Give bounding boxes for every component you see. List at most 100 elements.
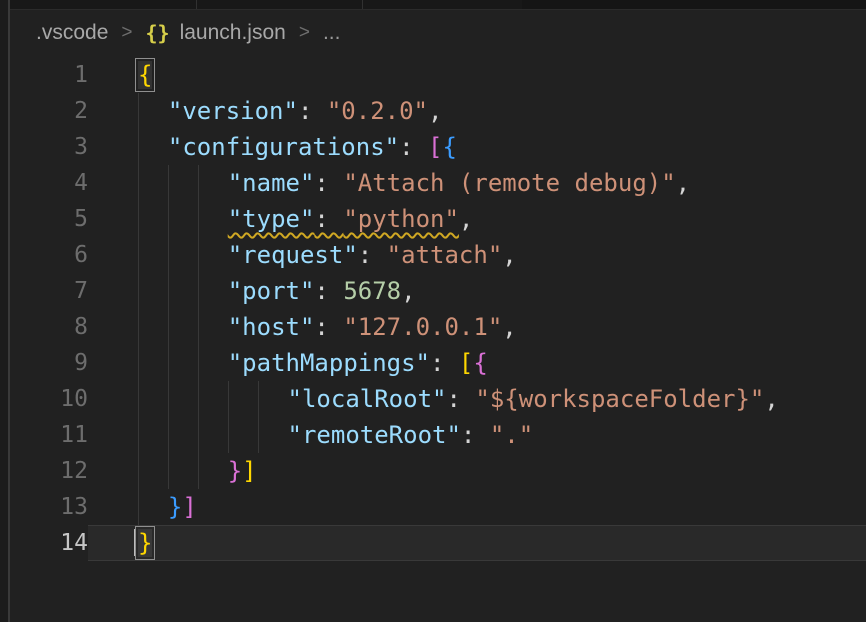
code-token: "${workspaceFolder}" <box>475 385 764 413</box>
line-content[interactable]: "remoteRoot": "." <box>88 417 866 453</box>
code-token: "Attach (remote debug)" <box>343 169 675 197</box>
indent-guide <box>138 273 168 309</box>
code-line: 8 "host": "127.0.0.1", <box>10 309 866 345</box>
code-token: : <box>461 421 490 449</box>
code-token: : <box>358 241 387 269</box>
line-number[interactable]: 1 <box>10 57 88 93</box>
matched-bracket: } <box>138 529 152 557</box>
indent-guide <box>198 345 228 381</box>
code-token: , <box>401 277 415 305</box>
code-token: "attach" <box>387 241 503 269</box>
indent-guide <box>138 93 168 129</box>
indent-guide <box>228 417 258 453</box>
code-token: ] <box>242 457 256 485</box>
code-token: : <box>314 205 343 233</box>
indent-guide <box>138 417 168 453</box>
indent-guide <box>168 165 198 201</box>
indent-guide <box>138 237 168 273</box>
line-content[interactable]: "configurations": [{ <box>88 129 866 165</box>
line-number[interactable]: 10 <box>10 381 88 417</box>
code-token: : <box>314 169 343 197</box>
code-token: } <box>228 457 242 485</box>
code-token: { <box>442 133 456 161</box>
indent-guide <box>168 381 198 417</box>
line-content[interactable]: "version": "0.2.0", <box>88 93 866 129</box>
indent-guide <box>138 453 168 489</box>
breadcrumb-item-file[interactable]: launch.json <box>180 21 286 45</box>
code-token: ] <box>182 493 196 521</box>
code-token: "remoteRoot" <box>288 421 461 449</box>
code-line: 11 "remoteRoot": "." <box>10 417 866 453</box>
line-number[interactable]: 2 <box>10 93 88 129</box>
code-token: , <box>428 97 442 125</box>
code-line: 12 }] <box>10 453 866 489</box>
code-line: 7 "port": 5678, <box>10 273 866 309</box>
line-number[interactable]: 6 <box>10 237 88 273</box>
code-token: , <box>502 313 516 341</box>
indent-guide <box>198 201 228 237</box>
line-number[interactable]: 12 <box>10 453 88 489</box>
code-token: , <box>502 241 516 269</box>
code-token: } <box>168 493 182 521</box>
code-token: : <box>314 277 343 305</box>
breadcrumb-item-folder[interactable]: .vscode <box>36 21 108 45</box>
breadcrumb-chevron-icon: > <box>121 22 132 44</box>
line-content[interactable]: "port": 5678, <box>88 273 866 309</box>
line-content[interactable]: "name": "Attach (remote debug)", <box>88 165 866 201</box>
code-token: "127.0.0.1" <box>343 313 502 341</box>
vscode-window: .vscode>{}launch.json>... 1{2 "version":… <box>0 0 866 622</box>
code-editor[interactable]: 1{2 "version": "0.2.0",3 "configurations… <box>10 57 866 561</box>
line-number[interactable]: 8 <box>10 309 88 345</box>
line-number[interactable]: 3 <box>10 129 88 165</box>
indent-guide <box>198 165 228 201</box>
code-token: , <box>676 169 690 197</box>
line-number[interactable]: 14 <box>10 525 88 561</box>
line-content[interactable]: { <box>88 57 866 93</box>
line-number[interactable]: 11 <box>10 417 88 453</box>
indent-guide <box>198 417 228 453</box>
tab-bar[interactable] <box>0 0 866 10</box>
code-line: 2 "version": "0.2.0", <box>10 93 866 129</box>
code-token: "python" <box>343 205 459 233</box>
breadcrumb-item-more[interactable]: ... <box>323 21 341 45</box>
indent-guide <box>168 453 198 489</box>
indent-guide <box>138 381 168 417</box>
indent-guide <box>138 309 168 345</box>
indent-guide <box>168 273 198 309</box>
code-token: "name" <box>228 169 315 197</box>
line-content[interactable]: "localRoot": "${workspaceFolder}", <box>88 381 866 417</box>
indent-guide <box>168 309 198 345</box>
code-token: "version" <box>168 97 298 125</box>
line-content[interactable]: } <box>88 525 866 561</box>
code-token: : <box>298 97 327 125</box>
breadcrumb-chevron-icon: > <box>299 22 310 44</box>
json-braces-icon: {} <box>145 21 169 45</box>
code-token: 5678 <box>343 277 401 305</box>
code-token: "request" <box>228 241 358 269</box>
line-content[interactable]: "pathMappings": [{ <box>88 345 866 381</box>
indent-guide <box>138 201 168 237</box>
line-content[interactable]: }] <box>88 489 866 525</box>
code-line: 9 "pathMappings": [{ <box>10 345 866 381</box>
indent-guide <box>198 381 228 417</box>
code-token: : <box>430 349 459 377</box>
line-number[interactable]: 13 <box>10 489 88 525</box>
line-number[interactable]: 5 <box>10 201 88 237</box>
line-content[interactable]: "type": "python", <box>88 201 866 237</box>
code-token: "0.2.0" <box>327 97 428 125</box>
indent-guide <box>168 201 198 237</box>
line-content[interactable]: "request": "attach", <box>88 237 866 273</box>
code-line: 14} <box>10 525 866 561</box>
code-token: , <box>764 385 778 413</box>
code-line: 4 "name": "Attach (remote debug)", <box>10 165 866 201</box>
text-cursor <box>134 529 136 556</box>
indent-guide <box>138 345 168 381</box>
line-number[interactable]: 9 <box>10 345 88 381</box>
code-token: : <box>399 133 428 161</box>
code-line: 1{ <box>10 57 866 93</box>
line-content[interactable]: "host": "127.0.0.1", <box>88 309 866 345</box>
line-number[interactable]: 7 <box>10 273 88 309</box>
line-number[interactable]: 4 <box>10 165 88 201</box>
line-content[interactable]: }] <box>88 453 866 489</box>
indent-guide <box>198 453 228 489</box>
